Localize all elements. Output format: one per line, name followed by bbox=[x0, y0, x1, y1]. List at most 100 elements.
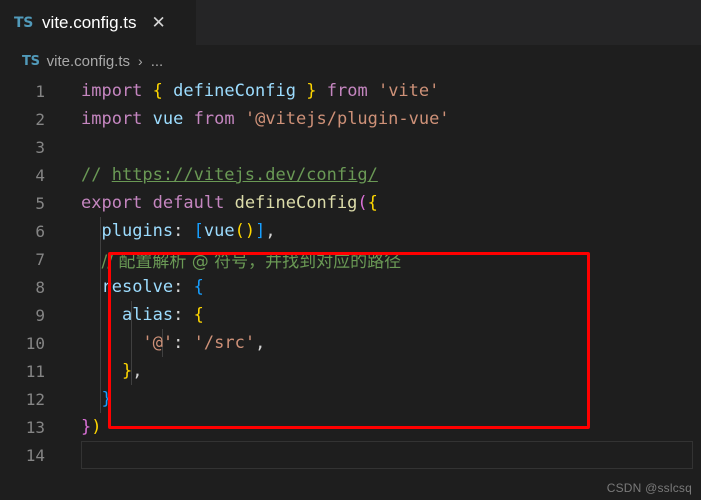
token-function: vue bbox=[203, 221, 235, 241]
active-line-highlight bbox=[81, 441, 693, 469]
token-brace: } bbox=[306, 81, 317, 101]
line-number: 6 bbox=[35, 221, 45, 241]
token-property: alias bbox=[121, 305, 174, 325]
code-line[interactable]: 5 export default defineConfig({ bbox=[0, 189, 701, 217]
comment-url-link[interactable]: https://vitejs.dev/config/ bbox=[112, 165, 378, 185]
code-line[interactable]: 7 // 配置解析 @ 符号，并找到对应的路径 bbox=[0, 245, 701, 273]
line-number: 4 bbox=[35, 165, 45, 185]
line-content[interactable]: export default defineConfig({ bbox=[62, 193, 701, 213]
ts-file-icon: TS bbox=[14, 14, 34, 31]
token-string: '/src' bbox=[193, 333, 256, 353]
token-property: resolve bbox=[101, 277, 174, 297]
line-number: 9 bbox=[35, 305, 45, 325]
line-number: 13 bbox=[25, 417, 45, 437]
token-colon: : bbox=[173, 305, 184, 325]
line-content[interactable]: } bbox=[62, 389, 701, 409]
line-number: 8 bbox=[35, 277, 45, 297]
line-content[interactable]: import { defineConfig } from 'vite' bbox=[62, 81, 701, 101]
line-number: 14 bbox=[25, 445, 45, 465]
token-colon: : bbox=[173, 277, 184, 297]
code-line[interactable]: 12 } bbox=[0, 385, 701, 413]
token-brace: { bbox=[367, 193, 378, 213]
close-icon[interactable]: ✕ bbox=[152, 14, 166, 31]
line-content[interactable]: }, bbox=[62, 361, 701, 381]
token-bracket: [ bbox=[193, 221, 204, 241]
line-content[interactable]: '@': '/src', bbox=[62, 333, 701, 353]
token-property: plugins bbox=[101, 221, 174, 241]
line-content[interactable]: import vue from '@vitejs/plugin-vue' bbox=[62, 109, 701, 129]
line-number: 7 bbox=[35, 249, 45, 269]
code-line[interactable]: 6 plugins: [vue()], bbox=[0, 217, 701, 245]
token-comma: , bbox=[265, 221, 276, 241]
line-content[interactable]: plugins: [vue()], bbox=[62, 221, 701, 241]
token-comment: // bbox=[81, 165, 112, 185]
line-content[interactable]: // https://vitejs.dev/config/ bbox=[62, 165, 701, 185]
token-key: '@' bbox=[142, 333, 174, 353]
token-keyword: default bbox=[152, 193, 225, 213]
watermark: CSDN @sslcsq bbox=[606, 481, 692, 495]
breadcrumb: TS vite.config.ts › ... bbox=[0, 45, 701, 77]
token-brace: } bbox=[81, 417, 92, 437]
line-number: 3 bbox=[35, 137, 45, 157]
code-line[interactable]: 4 // https://vitejs.dev/config/ bbox=[0, 161, 701, 189]
line-content[interactable]: // 配置解析 @ 符号，并找到对应的路径 bbox=[62, 247, 701, 272]
line-number: 2 bbox=[35, 109, 45, 129]
chevron-right-icon: › bbox=[138, 53, 143, 69]
line-content[interactable]: alias: { bbox=[62, 305, 701, 325]
code-line[interactable]: 1 import { defineConfig } from 'vite' bbox=[0, 77, 701, 105]
code-line[interactable]: 3 bbox=[0, 133, 701, 161]
token-keyword: from bbox=[326, 81, 368, 101]
code-line[interactable]: 10 '@': '/src', bbox=[0, 329, 701, 357]
tab-label: vite.config.ts bbox=[42, 12, 137, 32]
line-number: 10 bbox=[25, 333, 45, 353]
token-function: defineConfig bbox=[234, 193, 358, 213]
token-brace: { bbox=[193, 305, 204, 325]
token-colon: : bbox=[173, 221, 184, 241]
code-line[interactable]: 8 resolve: { bbox=[0, 273, 701, 301]
code-line-active[interactable]: 14 bbox=[0, 441, 701, 469]
breadcrumb-overflow[interactable]: ... bbox=[151, 53, 164, 70]
line-number: 12 bbox=[25, 389, 45, 409]
editor-tab-bar: TS vite.config.ts ✕ bbox=[0, 0, 701, 45]
token-paren: ) bbox=[91, 417, 102, 437]
ts-file-icon: TS bbox=[22, 53, 40, 69]
token-brace: { bbox=[193, 277, 204, 297]
breadcrumb-file[interactable]: vite.config.ts bbox=[47, 53, 130, 70]
line-number: 1 bbox=[35, 81, 45, 101]
token-identifier: defineConfig bbox=[173, 81, 296, 101]
code-line[interactable]: 9 alias: { bbox=[0, 301, 701, 329]
code-line[interactable]: 2 import vue from '@vitejs/plugin-vue' bbox=[0, 105, 701, 133]
token-comment-chinese: // 配置解析 @ 符号，并找到对应的路径 bbox=[101, 251, 402, 272]
code-line[interactable]: 11 }, bbox=[0, 357, 701, 385]
token-paren: () bbox=[234, 221, 256, 241]
token-colon: : bbox=[173, 333, 184, 353]
token-keyword: export bbox=[81, 193, 143, 213]
line-number: 5 bbox=[35, 193, 45, 213]
token-comma: , bbox=[255, 333, 266, 353]
token-brace: { bbox=[152, 81, 163, 101]
code-line[interactable]: 13 }) bbox=[0, 413, 701, 441]
tab-vite-config-ts[interactable]: TS vite.config.ts ✕ bbox=[0, 0, 196, 45]
token-string: 'vite' bbox=[377, 81, 440, 101]
token-paren: ( bbox=[357, 193, 368, 213]
line-content[interactable]: }) bbox=[62, 417, 701, 437]
token-identifier: vue bbox=[152, 109, 184, 129]
token-keyword: import bbox=[81, 81, 143, 101]
code-lines[interactable]: 1 import { defineConfig } from 'vite' 2 … bbox=[0, 77, 701, 469]
line-content[interactable]: resolve: { bbox=[62, 277, 701, 297]
token-keyword: import bbox=[81, 109, 143, 129]
code-editor[interactable]: 1 import { defineConfig } from 'vite' 2 … bbox=[0, 77, 701, 500]
token-keyword: from bbox=[193, 109, 235, 129]
